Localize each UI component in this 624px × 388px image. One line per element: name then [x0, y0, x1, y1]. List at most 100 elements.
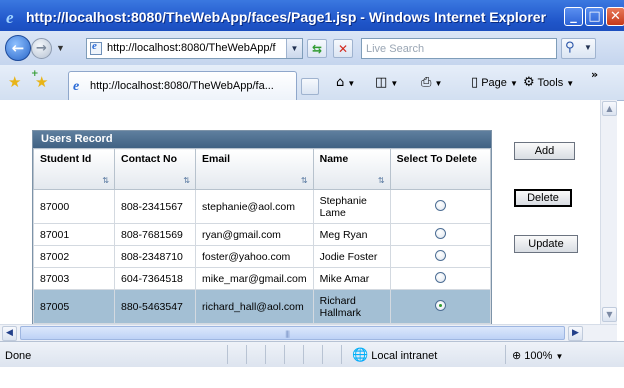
- horizontal-scroll-thumb[interactable]: |||: [20, 326, 565, 340]
- column-header-select-to-delete: Select To Delete: [389, 148, 492, 190]
- maximize-icon: □: [588, 9, 601, 24]
- stop-button[interactable]: ✕: [333, 39, 353, 58]
- window-title: http://localhost:8080/TheWebApp/faces/Pa…: [26, 9, 547, 25]
- horizontal-scrollbar[interactable]: ◀ ||| ▶: [0, 324, 617, 341]
- page-content: Users Record Student Id ⇅ Contact No ⇅ Ema…: [0, 100, 600, 324]
- sort-icon[interactable]: ⇅: [183, 176, 190, 185]
- rss-icon: ◫: [375, 75, 388, 90]
- cell-email: foster@yahoo.com: [195, 245, 314, 268]
- minimize-button[interactable]: _: [564, 7, 583, 26]
- sort-icon[interactable]: ⇅: [301, 176, 308, 185]
- column-header-label: Name: [319, 153, 349, 165]
- cell-name: Meg Ryan: [312, 223, 391, 246]
- users-record-panel: Users Record Student Id ⇅ Contact No ⇅ Ema…: [32, 130, 492, 324]
- cell-contact-no: 604-7364518: [114, 267, 196, 290]
- cell-contact-no: 808-7681569: [114, 223, 196, 246]
- select-radio[interactable]: [434, 227, 446, 239]
- select-radio-checked[interactable]: [434, 299, 446, 311]
- zoom-control[interactable]: ⊕ 100% ▼: [512, 349, 563, 362]
- select-radio[interactable]: [434, 271, 446, 283]
- scroll-left-icon[interactable]: ◀: [2, 326, 17, 341]
- cell-email: ryan@gmail.com: [195, 223, 314, 246]
- table-row[interactable]: 87000 808-2341567 stephanie@aol.com Step…: [33, 189, 492, 224]
- cell-name: Stephanie Lame: [312, 189, 391, 224]
- add-button[interactable]: Add: [514, 142, 575, 160]
- navigation-bar: ← → ▼ http://localhost:8080/TheWebApp/f …: [0, 31, 624, 65]
- security-zone[interactable]: 🌐 Local intranet: [352, 348, 437, 363]
- delete-button[interactable]: Delete: [514, 189, 572, 207]
- address-dropdown-icon[interactable]: ▼: [286, 39, 302, 58]
- column-header-name[interactable]: Name ⇅: [312, 148, 391, 190]
- select-radio[interactable]: [434, 249, 446, 261]
- search-box[interactable]: Live Search: [361, 38, 557, 59]
- scroll-down-icon[interactable]: ▼: [602, 307, 617, 322]
- page-menu-label: Page: [481, 77, 507, 89]
- cell-name: Richard Hallmark: [312, 289, 391, 324]
- cell-email: mike_mar@gmail.com: [195, 267, 314, 290]
- update-button[interactable]: Update: [514, 235, 578, 253]
- feeds-button[interactable]: ◫ ▼: [375, 75, 398, 90]
- zoom-dropdown-icon[interactable]: ▼: [555, 352, 563, 361]
- column-header-label: Student Id: [40, 153, 92, 165]
- tab-page1[interactable]: e http://localhost:8080/TheWebApp/fa...: [68, 71, 297, 100]
- cell-select: [389, 223, 492, 246]
- favorites-star-icon[interactable]: ★: [8, 73, 21, 91]
- page-icon: [90, 40, 102, 55]
- status-bar: Done 🌐 Local intranet ⊕ 100% ▼: [0, 341, 624, 367]
- scroll-right-icon[interactable]: ▶: [568, 326, 583, 341]
- cell-contact-no: 808-2348710: [114, 245, 196, 268]
- sort-icon[interactable]: ⇅: [102, 176, 109, 185]
- gear-icon: ⚙: [523, 75, 535, 90]
- home-button[interactable]: ⌂ ▼: [336, 75, 355, 90]
- table-row[interactable]: 87001 808-7681569 ryan@gmail.com Meg Rya…: [33, 223, 492, 246]
- forward-button[interactable]: →: [31, 38, 52, 59]
- cell-contact-no: 808-2341567: [114, 189, 196, 224]
- status-text: Done: [5, 350, 32, 362]
- desktop-area: [0, 367, 624, 388]
- history-dropdown-icon[interactable]: ▼: [56, 43, 65, 53]
- select-radio[interactable]: [434, 199, 446, 211]
- close-button[interactable]: ✕: [606, 7, 624, 26]
- back-button[interactable]: ←: [5, 35, 31, 61]
- cell-contact-no: 880-5463547: [114, 289, 196, 324]
- cell-email: richard_hall@aol.com: [195, 289, 314, 324]
- cell-select: [389, 189, 492, 224]
- table-header-row: Student Id ⇅ Contact No ⇅ Email ⇅ Name ⇅ Sel…: [33, 148, 492, 190]
- search-dropdown-icon[interactable]: ▼: [584, 43, 592, 52]
- forward-arrow-icon: →: [36, 41, 47, 56]
- cell-student-id: 87000: [33, 189, 115, 224]
- add-favorites-icon[interactable]: ★ +: [31, 69, 48, 91]
- tools-menu[interactable]: ⚙ Tools ▼: [523, 75, 574, 90]
- column-header-student-id[interactable]: Student Id ⇅: [33, 148, 115, 190]
- scroll-up-icon[interactable]: ▲: [602, 101, 617, 116]
- cell-select: [389, 289, 492, 324]
- address-input[interactable]: http://localhost:8080/TheWebApp/f: [107, 42, 287, 54]
- refresh-button[interactable]: ⇆: [307, 39, 327, 58]
- sort-icon[interactable]: ⇅: [378, 176, 385, 185]
- column-header-contact-no[interactable]: Contact No ⇅: [114, 148, 196, 190]
- close-icon: ✕: [610, 9, 621, 24]
- print-button[interactable]: ⎙ ▼: [421, 75, 442, 90]
- page-menu-icon: ▯: [471, 75, 479, 90]
- home-icon: ⌂: [336, 75, 345, 90]
- column-header-label: Email: [202, 153, 231, 165]
- address-bar[interactable]: http://localhost:8080/TheWebApp/f ▼: [86, 38, 303, 59]
- table-row[interactable]: 87002 808-2348710 foster@yahoo.com Jodie…: [33, 245, 492, 268]
- new-tab-button[interactable]: [301, 78, 319, 95]
- table-row[interactable]: 87003 604-7364518 mike_mar@gmail.com Mik…: [33, 267, 492, 290]
- vertical-scrollbar[interactable]: ▲ ▼: [600, 100, 617, 324]
- cell-select: [389, 267, 492, 290]
- tools-menu-label: Tools: [537, 77, 564, 89]
- column-header-email[interactable]: Email ⇅: [195, 148, 314, 190]
- table-row-selected[interactable]: 87005 880-5463547 richard_hall@aol.com R…: [33, 289, 492, 324]
- maximize-button[interactable]: □: [585, 7, 604, 26]
- search-input[interactable]: Live Search: [366, 43, 424, 55]
- search-button[interactable]: ⚲ ▼: [561, 38, 596, 59]
- page-menu[interactable]: ▯ Page ▼: [471, 75, 518, 90]
- cell-email: stephanie@aol.com: [195, 189, 314, 224]
- cell-select: [389, 245, 492, 268]
- toolbar-overflow-icon[interactable]: »: [591, 68, 598, 81]
- printer-icon: ⎙: [421, 75, 432, 90]
- cell-student-id: 87005: [33, 289, 115, 324]
- cell-name: Mike Amar: [312, 267, 391, 290]
